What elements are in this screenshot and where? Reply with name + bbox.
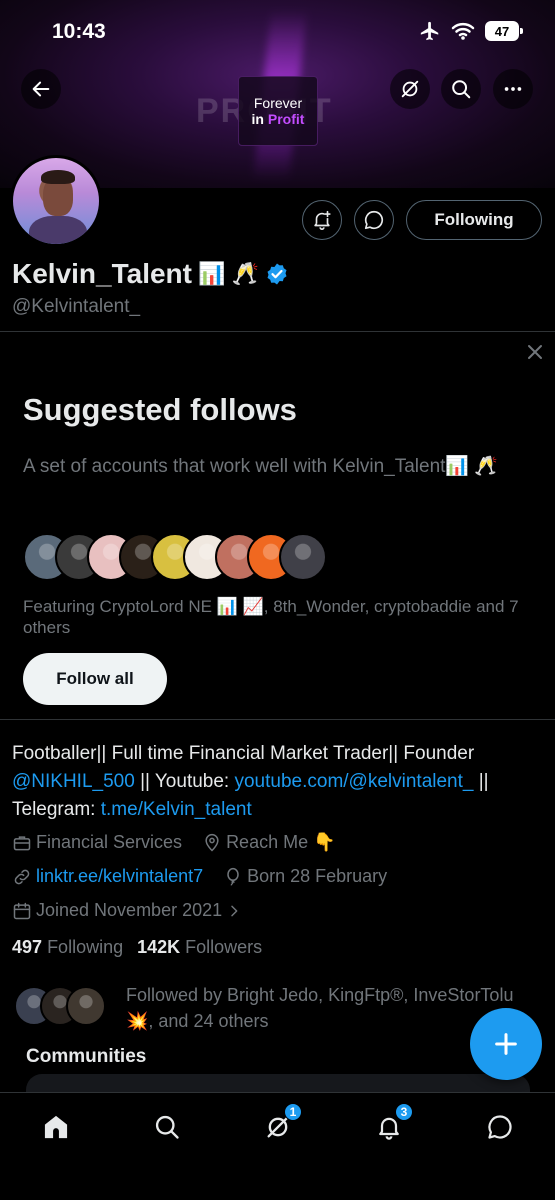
- airplane-icon: [419, 20, 441, 42]
- chevron-right-icon: [226, 903, 242, 919]
- notifications-toggle-button[interactable]: [302, 200, 342, 240]
- profile-name-row: Kelvin_Talent 📊 🥂: [12, 258, 289, 290]
- search-icon: [153, 1113, 181, 1141]
- message-button[interactable]: [354, 200, 394, 240]
- tab-messages[interactable]: [480, 1107, 520, 1147]
- profile-stats: 497 Following 142K Followers: [12, 937, 262, 958]
- category-label: Financial Services: [36, 832, 183, 852]
- notifications-badge: 3: [395, 1103, 413, 1121]
- back-button[interactable]: [21, 69, 61, 109]
- tab-home[interactable]: [36, 1107, 76, 1147]
- communities-heading: Communities: [26, 1046, 147, 1067]
- profile-meta-row-1: Financial Services Reach Me 👇: [12, 832, 336, 853]
- suggested-account-avatar: [279, 533, 327, 581]
- banner-logo-line1: Forever: [253, 95, 303, 111]
- chat-bubble-icon: [363, 209, 385, 231]
- suggested-follows-card: Suggested follows A set of accounts that…: [0, 331, 555, 720]
- banner-logo-profit: Profit: [267, 111, 305, 127]
- bio-telegram-link[interactable]: t.me/Kelvin_talent: [101, 799, 252, 820]
- avatar[interactable]: [10, 155, 102, 247]
- suggested-featuring-text: Featuring CryptoLord NE 📊 📈, 8th_Wonder,…: [23, 597, 519, 637]
- joined-item[interactable]: Joined November 2021: [12, 900, 242, 921]
- following-stat[interactable]: 497 Following: [12, 937, 123, 958]
- link-icon: [12, 867, 32, 887]
- status-time: 10:43: [52, 20, 106, 43]
- followed-by-avatar-stack: [14, 986, 106, 1026]
- bio-text: Footballer|| Full time Financial Market …: [12, 743, 475, 764]
- tab-explore[interactable]: [147, 1107, 187, 1147]
- profile-name: Kelvin_Talent: [12, 258, 192, 289]
- followers-stat[interactable]: 142K Followers: [137, 937, 262, 958]
- birthday-label: Born 28 February: [247, 866, 388, 886]
- bio-youtube-link[interactable]: youtube.com/@kelvintalent_: [234, 771, 473, 792]
- battery-indicator: 47: [485, 21, 523, 41]
- follow-all-button[interactable]: Follow all: [23, 653, 167, 705]
- bio-text: || Youtube:: [134, 771, 235, 792]
- website-link[interactable]: linktr.ee/kelvintalent7: [36, 866, 203, 887]
- wifi-icon: [451, 21, 475, 41]
- banner-logo: Forever in Profit: [238, 76, 318, 146]
- followers-label: Followers: [185, 937, 263, 957]
- following-button[interactable]: Following: [406, 200, 542, 240]
- status-icons: 47: [419, 20, 523, 42]
- more-button[interactable]: [493, 69, 533, 109]
- avatar-hair: [41, 170, 75, 184]
- grok-badge: 1: [284, 1103, 302, 1121]
- compose-post-button[interactable]: [470, 1008, 542, 1080]
- grok-button[interactable]: [390, 69, 430, 109]
- briefcase-icon: [12, 833, 32, 853]
- home-icon: [42, 1113, 70, 1141]
- bio-mention-link[interactable]: @NIKHIL_500: [12, 771, 135, 792]
- joined-label: Joined November 2021: [36, 900, 223, 920]
- close-icon[interactable]: [525, 342, 545, 362]
- suggested-follows-title: Suggested follows: [23, 392, 297, 427]
- profile-meta-row-3: Joined November 2021: [12, 900, 242, 921]
- search-icon: [450, 78, 472, 100]
- balloon-icon: [223, 867, 243, 887]
- status-bar: 10:43 47: [0, 0, 555, 62]
- following-count: 497: [12, 937, 43, 957]
- profile-meta-row-2: linktr.ee/kelvintalent7 Born 28 February: [12, 866, 387, 887]
- suggested-avatar-stack[interactable]: [23, 533, 327, 581]
- followers-count: 142K: [137, 937, 181, 957]
- chat-bubble-icon: [486, 1113, 514, 1141]
- profile-bio: Footballer|| Full time Financial Market …: [12, 740, 547, 824]
- avatar-body: [29, 216, 87, 244]
- bell-plus-icon: [311, 209, 333, 231]
- profile-handle: @Kelvintalent_: [12, 296, 141, 317]
- category-item: Financial Services: [12, 832, 182, 853]
- arrow-left-icon: [30, 78, 52, 100]
- banner-logo-in: in: [251, 111, 264, 127]
- bottom-tab-bar: 1 3: [0, 1092, 555, 1200]
- tab-notifications[interactable]: 3: [369, 1103, 413, 1147]
- following-label: Following: [47, 937, 124, 957]
- calendar-icon: [12, 901, 32, 921]
- tab-grok[interactable]: 1: [258, 1103, 302, 1147]
- location-label: Reach Me 👇: [226, 832, 336, 852]
- verified-badge-icon: [265, 262, 289, 286]
- search-button[interactable]: [441, 69, 481, 109]
- suggested-follows-description: A set of accounts that work well with Ke…: [23, 456, 499, 477]
- birthday-item: Born 28 February: [223, 866, 387, 887]
- website-item[interactable]: linktr.ee/kelvintalent7: [12, 866, 203, 887]
- plus-icon: [492, 1030, 520, 1058]
- followed-by-avatar: [66, 986, 106, 1026]
- more-dots-icon: [502, 78, 524, 100]
- location-pin-icon: [202, 833, 222, 853]
- profile-name-emoji: 📊 🥂: [197, 261, 259, 286]
- followed-by-text: Followed by Bright Jedo, KingFtp®, InveS…: [126, 985, 514, 1031]
- location-item: Reach Me 👇: [202, 832, 336, 853]
- grok-icon: [399, 78, 421, 100]
- banner-logo-line2: in Profit: [252, 111, 305, 127]
